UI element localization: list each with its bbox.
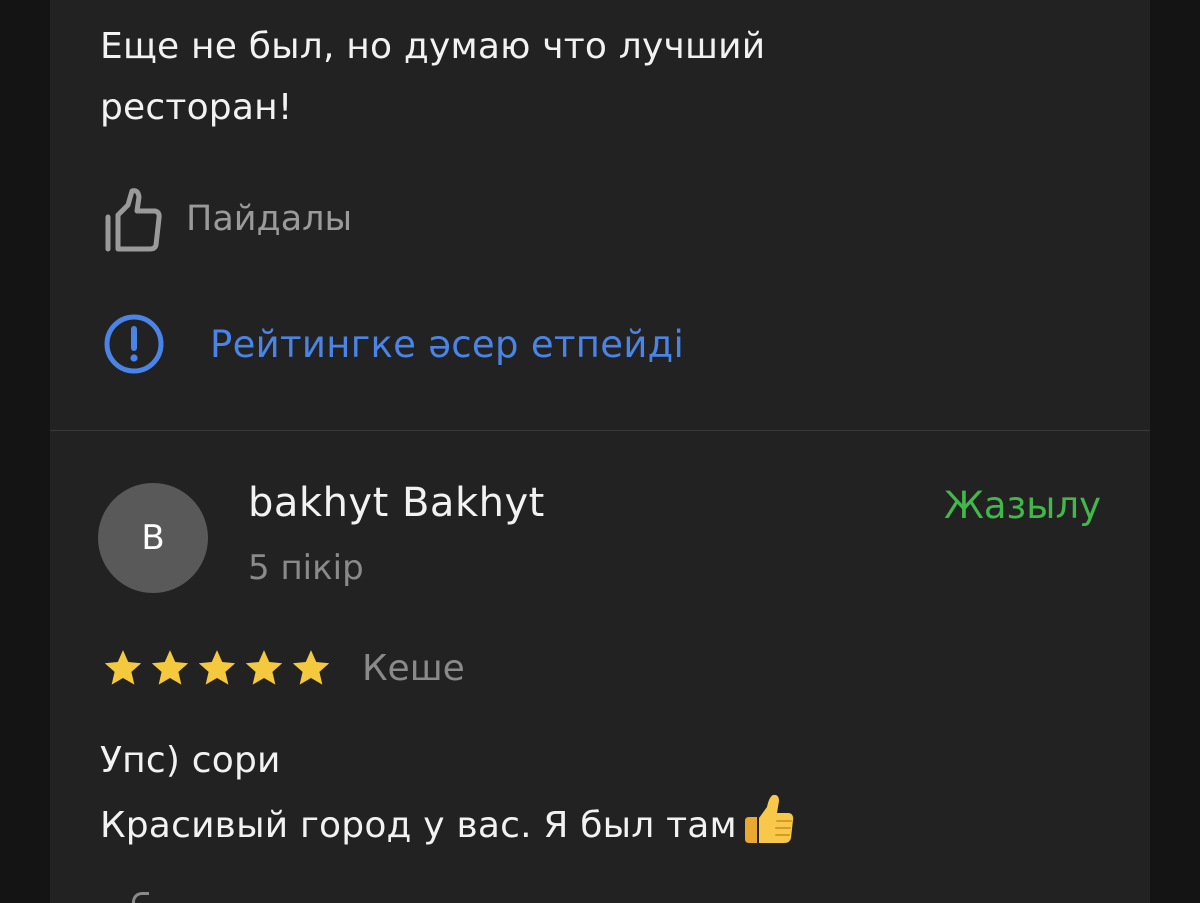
helpful-label: Пайдалы — [186, 199, 353, 239]
review-1-text: Еще не был, но думаю что лучший ресторан… — [100, 16, 765, 138]
star-rating — [102, 647, 337, 689]
star-icon — [245, 650, 283, 685]
reviews-panel: Еще не был, но думаю что лучший ресторан… — [50, 0, 1150, 903]
thumbs-up-icon — [105, 188, 162, 252]
author-review-count: 5 пікір — [248, 548, 364, 588]
avatar[interactable]: B — [98, 483, 208, 593]
page: Еще не был, но думаю что лучший ресторан… — [0, 0, 1200, 903]
helpful-icon-partial — [132, 892, 149, 903]
review-divider — [50, 430, 1150, 431]
subscribe-button[interactable]: Жазылу — [944, 484, 1101, 527]
helpful-button[interactable]: Пайдалы — [100, 183, 352, 255]
review-1-text-line: Еще не был, но думаю что лучший — [100, 26, 766, 67]
exclamation-circle-icon — [104, 314, 164, 374]
star-icon — [198, 650, 236, 685]
review-date: Кеше — [362, 647, 465, 689]
author-name[interactable]: bakhyt Bakhyt — [248, 480, 545, 526]
rating-notice: Рейтингке әсер етпейді — [102, 310, 684, 378]
review-2-text-line-content: Красивый город у вас. Я был там — [100, 805, 737, 846]
review-2-text-line: Красивый город у вас. Я был там — [100, 791, 795, 856]
star-icon — [292, 650, 330, 685]
rating-notice-label: Рейтингке әсер етпейді — [210, 322, 685, 366]
thumbs-up-emoji-icon — [744, 794, 794, 843]
star-icon — [104, 650, 142, 685]
avatar-letter: B — [141, 518, 165, 558]
star-icon — [151, 650, 189, 685]
rating-row: Кеше — [102, 640, 465, 696]
review-2-text-line: Упс) сори — [100, 740, 281, 781]
review-2-text: Упс) сори Красивый город у вас. Я был та… — [100, 730, 795, 856]
review-1-text-line: ресторан! — [100, 87, 293, 128]
